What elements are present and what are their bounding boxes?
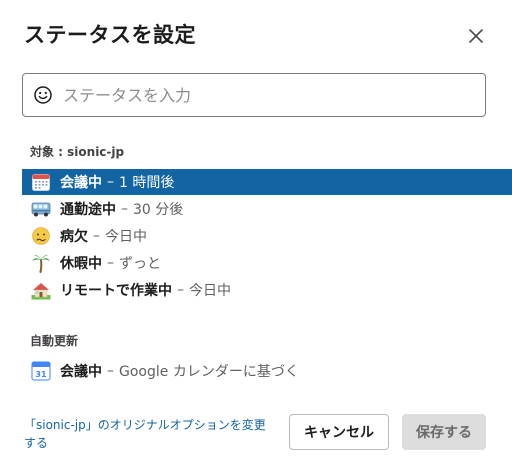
google-calendar-day-text: 31 (35, 370, 47, 379)
status-option-separator: – (93, 228, 100, 244)
set-status-dialog: ステータスを設定 対象 : sionic-jp (0, 0, 512, 469)
house-icon (30, 279, 52, 301)
status-option-separator: – (107, 174, 114, 190)
bus-icon (30, 198, 52, 220)
calendar-icon (30, 171, 52, 193)
save-button[interactable]: 保存する (402, 414, 486, 450)
status-option-name: リモートで作業中 (60, 283, 172, 299)
status-option-name: 会議中 (60, 175, 102, 191)
status-option-separator: – (121, 201, 128, 217)
close-button[interactable] (462, 22, 490, 50)
google-calendar-icon: 31 (30, 360, 52, 382)
status-option-duration: 今日中 (189, 283, 231, 299)
sick-face-icon (30, 225, 52, 247)
presets-section-label: 対象 : sionic-jp (30, 145, 125, 159)
auto-update-section-label: 自動更新 (30, 334, 79, 348)
dialog-title: ステータスを設定 (24, 23, 196, 47)
status-input-box[interactable] (22, 73, 486, 117)
edit-workspace-options-link[interactable]: 「sionic-jp」のオリジナルオプションを変更する (24, 416, 274, 452)
close-icon (469, 29, 483, 43)
status-option-commuting[interactable]: 通勤途中 – 30 分後 (22, 196, 512, 222)
status-option-duration: 30 分後 (133, 202, 184, 218)
status-option-name: 病欠 (60, 229, 88, 245)
status-option-separator: – (107, 255, 114, 271)
cancel-button[interactable]: キャンセル (289, 414, 389, 450)
status-option-separator: – (177, 282, 184, 298)
palm-tree-icon (30, 252, 52, 274)
status-option-name: 休暇中 (60, 256, 102, 272)
status-option-separator: – (107, 363, 114, 379)
status-option-name: 会議中 (60, 364, 102, 380)
status-option-name: 通勤途中 (60, 202, 116, 218)
status-option-vacation[interactable]: 休暇中 – ずっと (22, 250, 512, 276)
status-option-duration: Google カレンダーに基づく (119, 364, 299, 380)
status-option-remote-work[interactable]: リモートで作業中 – 今日中 (22, 277, 512, 303)
status-input[interactable] (63, 80, 473, 110)
status-option-duration: 今日中 (105, 229, 147, 245)
status-option-duration: 1 時間後 (119, 175, 175, 191)
smile-emoji-icon[interactable] (33, 85, 53, 105)
status-option-sick[interactable]: 病欠 – 今日中 (22, 223, 512, 249)
status-option-in-meeting[interactable]: 会議中 – 1 時間後 (22, 169, 512, 195)
status-option-duration: ずっと (119, 256, 161, 272)
status-option-google-calendar-meeting[interactable]: 31 会議中 – Google カレンダーに基づく (22, 358, 512, 384)
